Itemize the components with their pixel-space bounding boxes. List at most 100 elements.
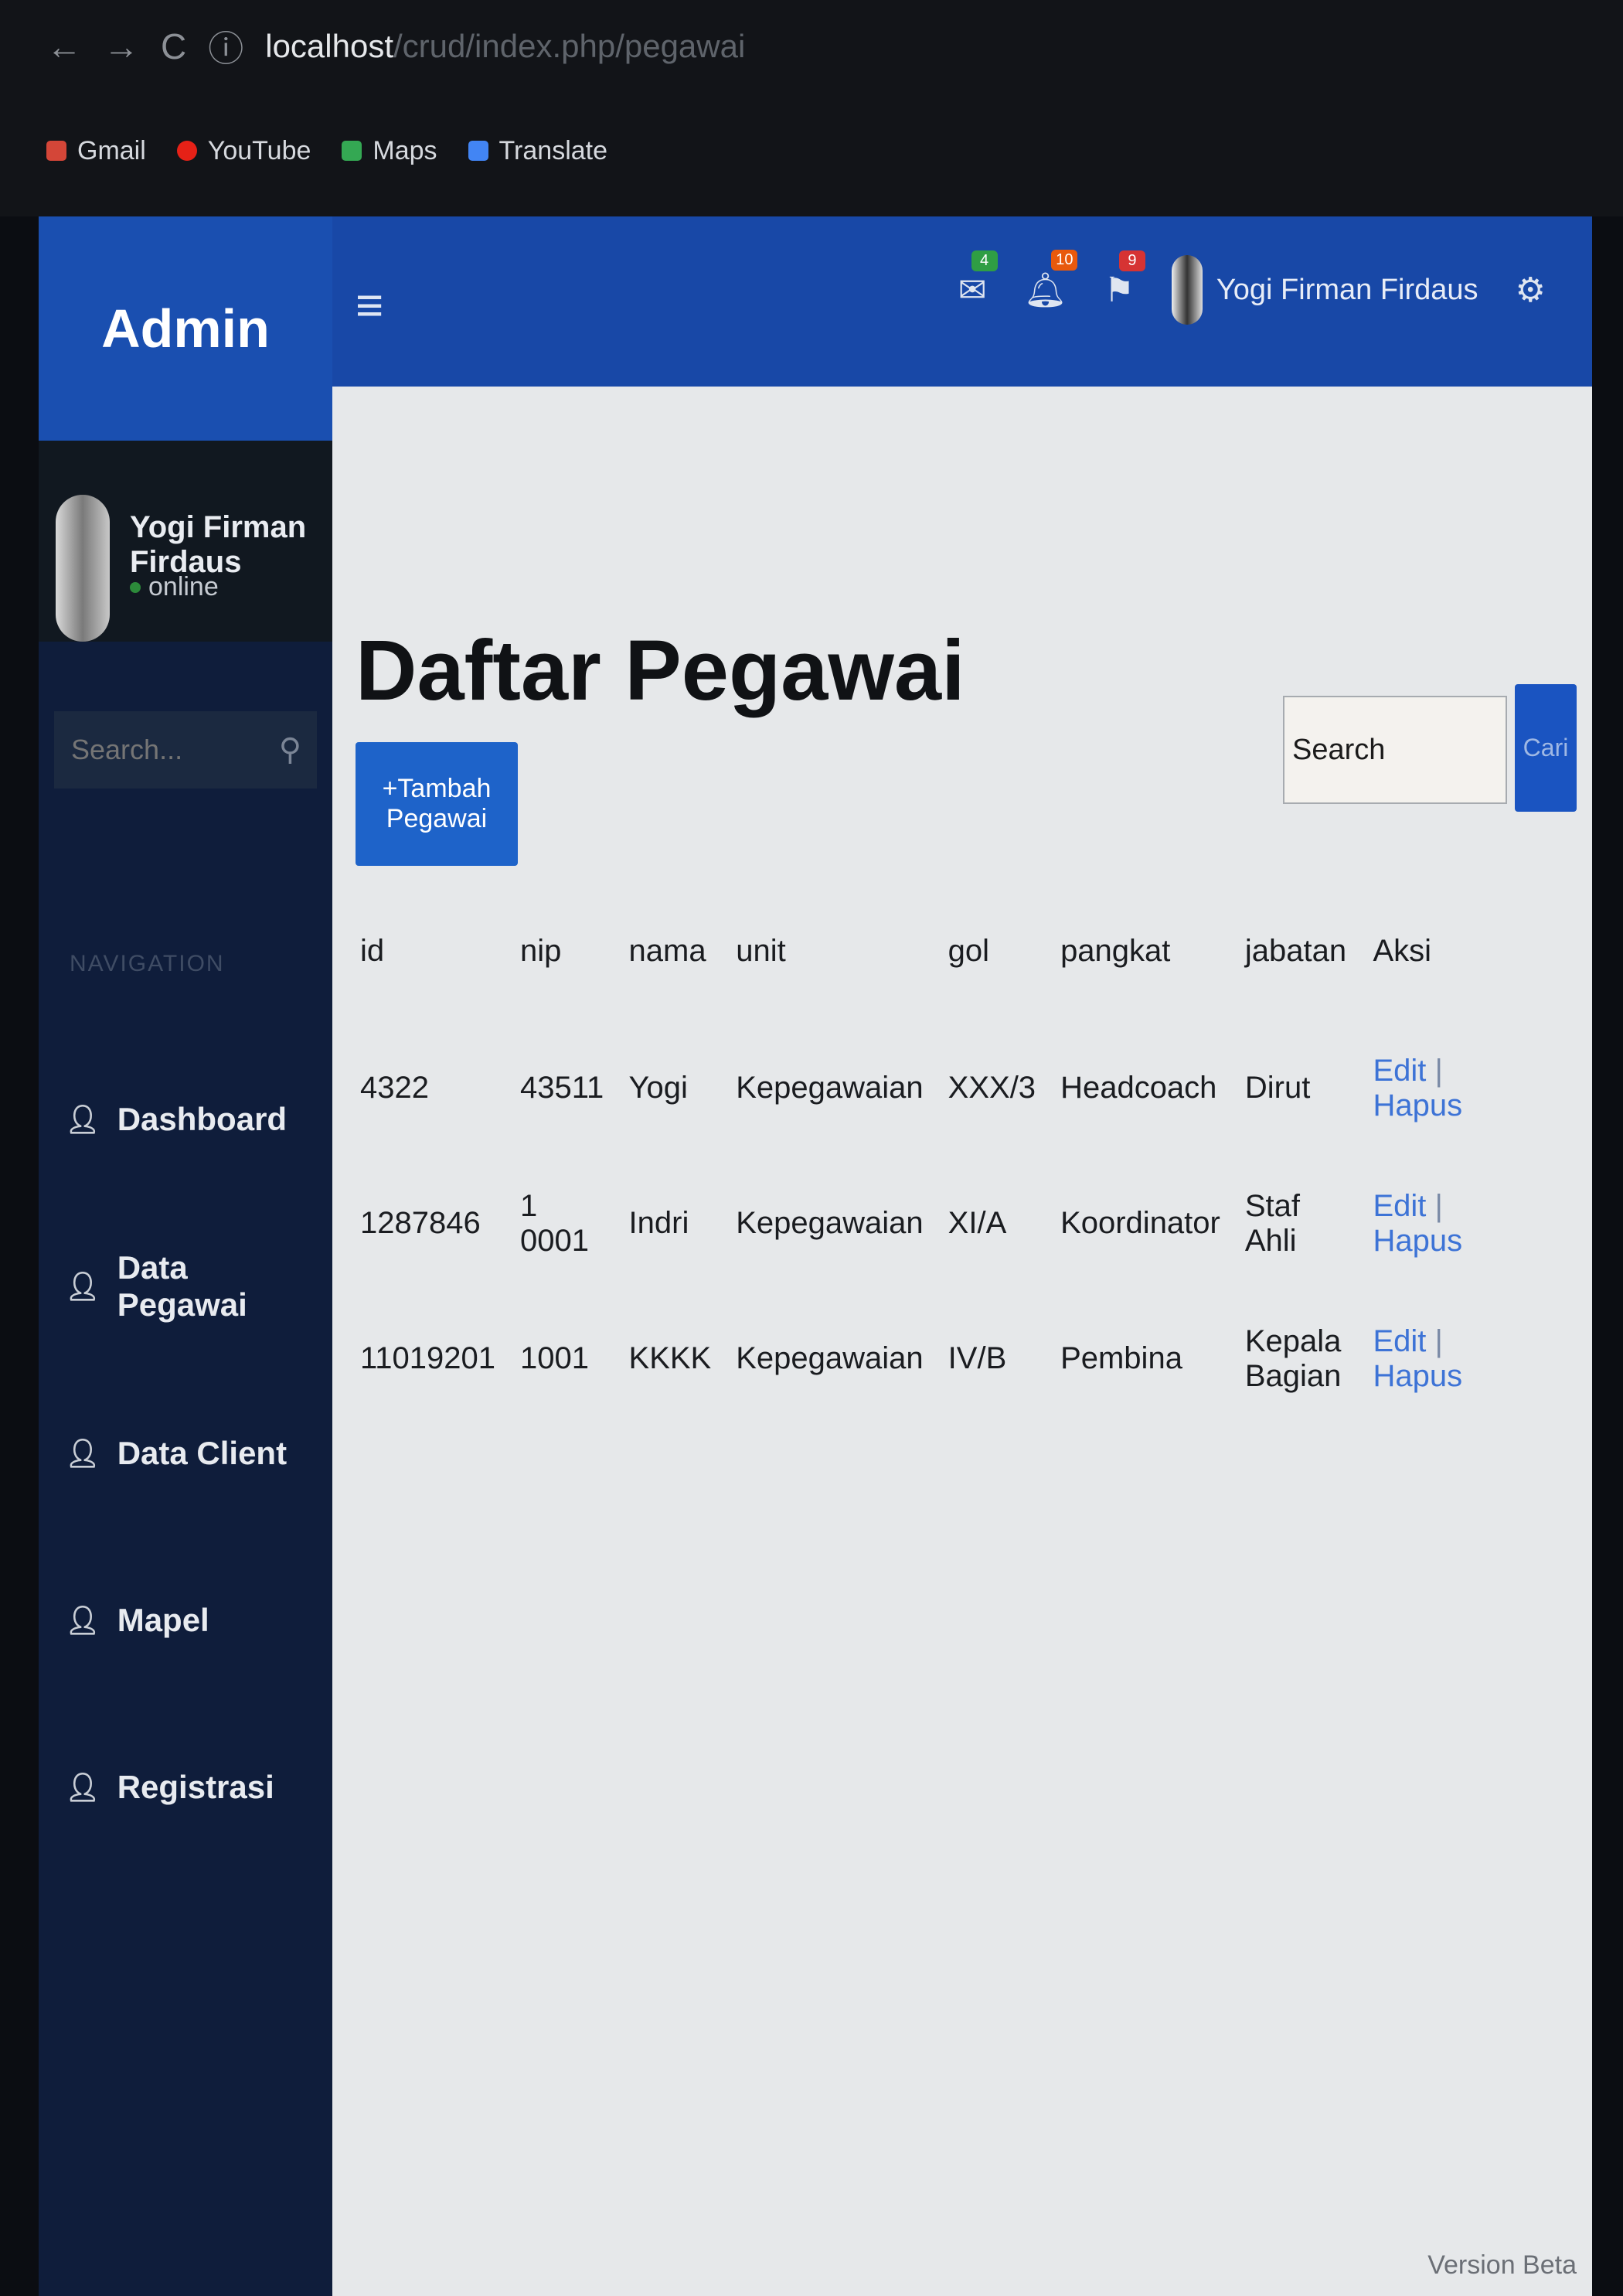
- cell-id: 11019201: [360, 1341, 495, 1375]
- back-icon[interactable]: ←: [46, 26, 82, 67]
- gmail-icon: [46, 141, 66, 161]
- navbar-user-menu[interactable]: Yogi Firman Firdaus: [1171, 255, 1478, 325]
- bookmark-gmail[interactable]: Gmail: [46, 136, 146, 166]
- top-navbar: ≡ ✉ 4 🔔︎ 10 ⚑ 9 Yogi Firman Firdaus ⚙: [332, 216, 1592, 387]
- forward-icon[interactable]: →: [104, 26, 139, 67]
- user-status: online: [130, 572, 219, 602]
- online-dot-icon: [130, 581, 141, 593]
- sidebar-menu: 👤︎ Dashboard 👤︎ Data Pegawai 👤︎ Data Cli…: [54, 1036, 317, 1871]
- browser-chrome: ← → C ⓘ localhost/crud/index.php/pegawai…: [0, 0, 1623, 216]
- brand-logo[interactable]: Admin: [39, 216, 332, 441]
- sidebar-search-input[interactable]: [70, 733, 258, 767]
- cell-unit: Kepegawaian: [736, 1071, 924, 1105]
- search-input[interactable]: [1284, 697, 1506, 802]
- cell-nama: Indri: [628, 1206, 689, 1240]
- menu-toggle-icon[interactable]: ≡: [356, 278, 383, 333]
- url-host: localhost: [265, 28, 393, 64]
- cell-unit: Kepegawaian: [736, 1341, 924, 1375]
- search-button[interactable]: Cari: [1515, 684, 1577, 812]
- page-title: Daftar Pegawai: [356, 622, 965, 718]
- reload-icon[interactable]: C: [161, 26, 186, 67]
- table-row: 1287846 1 0001 Indri Kepegawaian XI/A Ko…: [348, 1156, 1476, 1291]
- sidebar-search: ⚲: [54, 711, 317, 789]
- bookmark-youtube[interactable]: YouTube: [176, 135, 311, 166]
- cell-actions: Edit | Hapus: [1360, 1020, 1476, 1156]
- address-bar[interactable]: localhost/crud/index.php/pegawai: [265, 28, 745, 65]
- user-status-label: online: [148, 572, 219, 601]
- cell-jabatan: Dirut: [1244, 1071, 1311, 1105]
- table-row: 11019201 1001 KKKK Kepegawaian IV/B Pemb…: [348, 1291, 1476, 1426]
- flag-icon[interactable]: ⚑ 9: [1104, 250, 1145, 310]
- user-name: Yogi Firman Firdaus: [130, 510, 307, 579]
- edit-link[interactable]: Edit: [1373, 1054, 1426, 1088]
- column-header: Aksi: [1373, 933, 1432, 968]
- add-employee-button[interactable]: +Tambah Pegawai: [356, 742, 518, 866]
- bell-icon[interactable]: 🔔︎ 10: [1024, 250, 1078, 310]
- sidebar-item-data-pegawai[interactable]: 👤︎ Data Pegawai: [54, 1203, 317, 1370]
- edit-link[interactable]: Edit: [1373, 1189, 1426, 1223]
- search-icon[interactable]: ⚲: [279, 732, 301, 768]
- column-header[interactable]: gol: [936, 881, 1048, 1020]
- maps-icon: [342, 141, 362, 161]
- cell-actions: Edit | Hapus: [1360, 1291, 1476, 1426]
- bookmark-label: Maps: [373, 135, 437, 165]
- action-separator: |: [1434, 1053, 1443, 1088]
- delete-link[interactable]: Hapus: [1373, 1224, 1462, 1258]
- cell-gol: XXX/3: [948, 1071, 1036, 1105]
- column-header[interactable]: unit: [723, 881, 935, 1020]
- bookmarks-bar: Gmail YouTube Maps Translate: [46, 124, 607, 178]
- column-header[interactable]: id: [348, 881, 508, 1020]
- sidebar-item-label: Mapel: [117, 1602, 209, 1638]
- user-icon: 👤︎: [65, 1270, 100, 1302]
- avatar: [56, 495, 110, 642]
- cell-pangkat: Headcoach: [1060, 1071, 1217, 1105]
- youtube-icon: [176, 141, 197, 161]
- edit-link[interactable]: Edit: [1373, 1324, 1426, 1358]
- avatar: [1171, 255, 1203, 325]
- cell-pangkat: Pembina: [1060, 1341, 1182, 1375]
- sidebar-item-label: Data Client: [117, 1435, 288, 1471]
- navbar-user-name: Yogi Firman Firdaus: [1216, 273, 1478, 306]
- admin-app: Admin Yogi Firman Firdaus online ⚲ NAVIG…: [39, 216, 1592, 2296]
- delete-link[interactable]: Hapus: [1373, 1359, 1462, 1393]
- messages-icon[interactable]: ✉ 4: [958, 250, 998, 310]
- cell-pangkat: Koordinator: [1060, 1206, 1220, 1240]
- cell-id: 1287846: [360, 1206, 481, 1240]
- cell-jabatan: Staf Ahli: [1244, 1188, 1301, 1258]
- user-icon: 👤︎: [65, 1437, 100, 1469]
- tasks-badge: 9: [1118, 250, 1145, 271]
- cell-id: 4322: [360, 1071, 429, 1105]
- gears-icon[interactable]: ⚙: [1516, 271, 1546, 310]
- column-header[interactable]: nip: [508, 881, 617, 1020]
- nav-header: NAVIGATION: [70, 951, 225, 976]
- column-header[interactable]: nama: [617, 881, 724, 1020]
- cell-actions: Edit | Hapus: [1360, 1156, 1476, 1291]
- user-icon: 👤︎: [65, 1103, 100, 1135]
- column-header[interactable]: pangkat: [1048, 881, 1233, 1020]
- action-separator: |: [1434, 1323, 1443, 1358]
- main-content: Daftar Pegawai +Tambah Pegawai Cari id n…: [332, 387, 1592, 2296]
- cell-nama: Yogi: [628, 1071, 688, 1105]
- delete-link[interactable]: Hapus: [1373, 1088, 1462, 1122]
- bookmark-translate[interactable]: Translate: [468, 136, 607, 166]
- action-separator: |: [1434, 1188, 1443, 1223]
- cell-nama: KKKK: [628, 1341, 712, 1375]
- user-icon: 👤︎: [65, 1771, 100, 1803]
- sidebar-item-dashboard[interactable]: 👤︎ Dashboard: [54, 1036, 317, 1203]
- navbar-icons: ✉ 4 🔔︎ 10 ⚑ 9 Yogi Firman Firdaus ⚙: [958, 250, 1546, 325]
- info-icon[interactable]: ⓘ: [208, 21, 243, 72]
- bookmark-maps[interactable]: Maps: [342, 136, 437, 166]
- sidebar-item-data-client[interactable]: 👤︎ Data Client: [54, 1370, 317, 1537]
- sidebar-item-label: Registrasi: [117, 1769, 274, 1805]
- bookmark-label: YouTube: [207, 135, 311, 165]
- column-header[interactable]: jabatan: [1233, 881, 1361, 1020]
- user-panel: Yogi Firman Firdaus online: [39, 441, 332, 642]
- cell-gol: XI/A: [948, 1206, 1007, 1240]
- sidebar-item-registrasi[interactable]: 👤︎ Registrasi: [54, 1704, 317, 1871]
- cell-unit: Kepegawaian: [736, 1206, 924, 1240]
- notifications-badge: 10: [1051, 250, 1078, 271]
- address-row: ← → C ⓘ localhost/crud/index.php/pegawai: [46, 15, 745, 77]
- translate-icon: [468, 141, 488, 161]
- sidebar-item-mapel[interactable]: 👤︎ Mapel: [54, 1537, 317, 1704]
- version-label: Version Beta: [1427, 2250, 1577, 2280]
